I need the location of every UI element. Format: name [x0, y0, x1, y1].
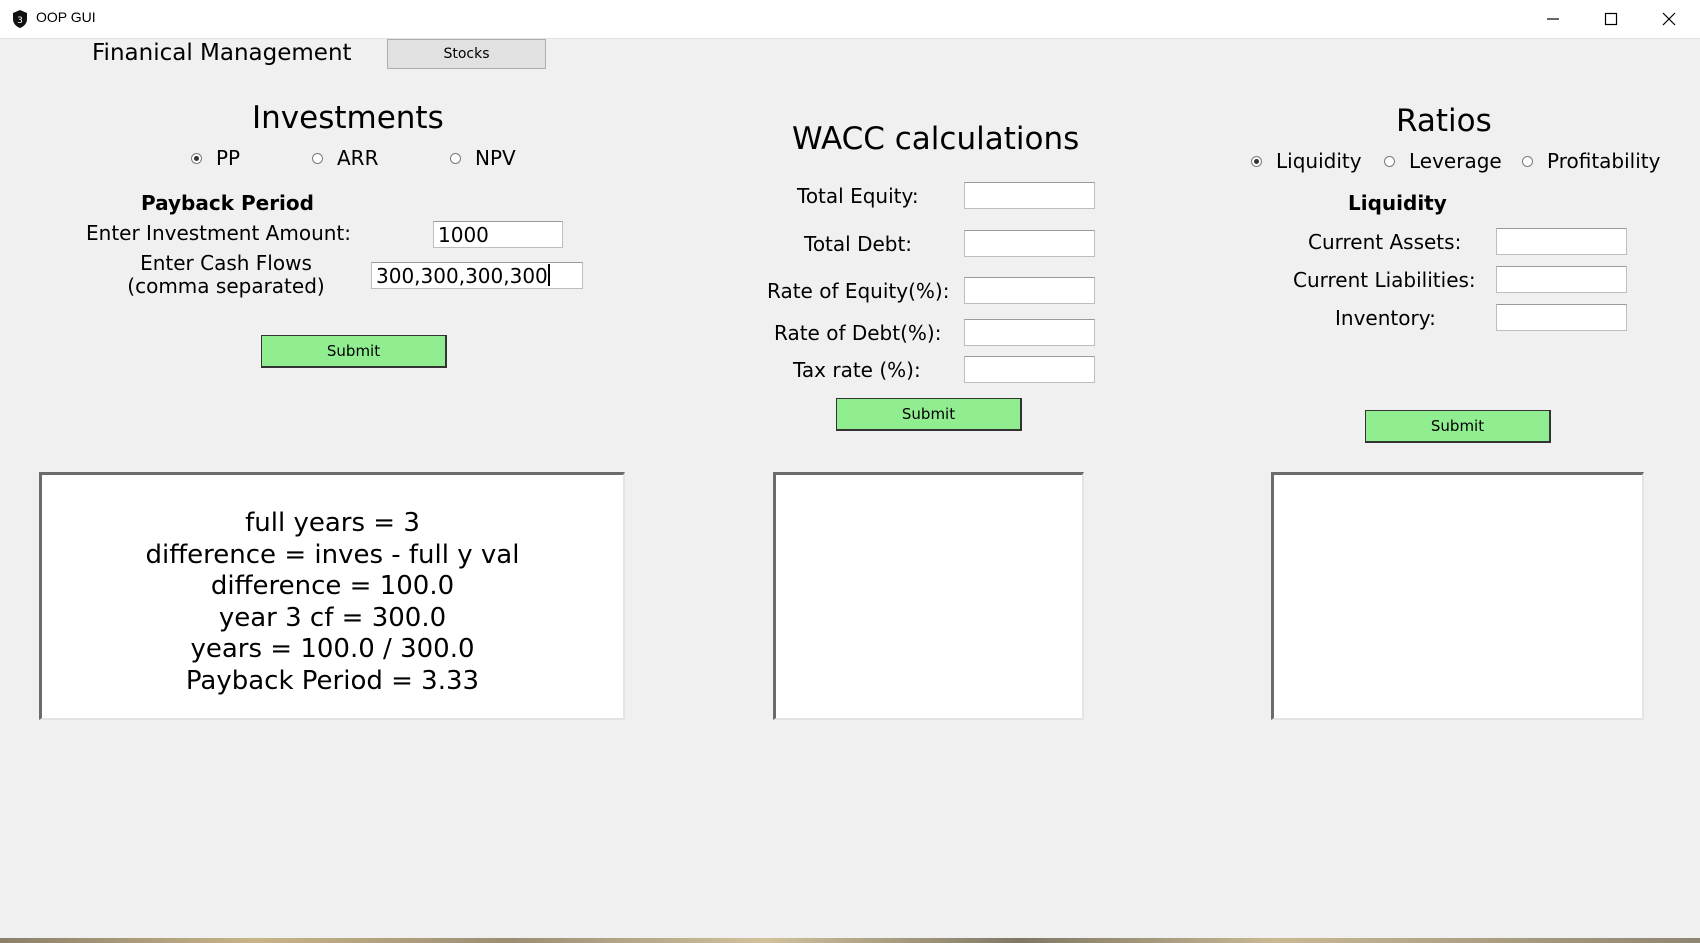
radio-label: PP [216, 146, 241, 170]
tax-rate-input[interactable] [964, 356, 1095, 383]
wacc-output-text [776, 475, 1082, 508]
investments-output-text: full years = 3 difference = inves - full… [145, 508, 520, 696]
radio-indicator [1251, 155, 1262, 167]
radio-profitability[interactable]: Profitability [1522, 149, 1660, 173]
ratios-submit-button[interactable]: Submit [1365, 410, 1551, 443]
close-icon [1662, 12, 1676, 26]
close-button[interactable] [1640, 0, 1698, 38]
radio-indicator [1384, 155, 1395, 167]
window-titlebar: 3 OOP GUI [0, 0, 1700, 39]
rate-of-debt-input[interactable] [964, 319, 1095, 346]
maximize-icon [1604, 12, 1618, 26]
total-equity-input[interactable] [964, 182, 1095, 209]
radio-label: NPV [475, 146, 516, 170]
rate-of-debt-label: Rate of Debt(%): [774, 321, 942, 345]
shield-icon: 3 [13, 10, 27, 28]
inventory-label: Inventory: [1335, 306, 1436, 330]
investment-amount-label: Enter Investment Amount: [86, 221, 352, 245]
current-assets-input[interactable] [1496, 228, 1627, 255]
maximize-button[interactable] [1582, 0, 1640, 38]
rate-of-equity-input[interactable] [964, 277, 1095, 304]
tax-rate-label: Tax rate (%): [793, 358, 921, 382]
total-debt-label: Total Debt: [804, 232, 913, 256]
wacc-output-box [773, 472, 1084, 720]
text-caret [547, 264, 550, 286]
investments-submit-button[interactable]: Submit [261, 335, 447, 368]
inventory-input[interactable] [1496, 304, 1627, 331]
radio-arr[interactable]: ARR [312, 146, 378, 170]
radio-label: ARR [337, 146, 379, 170]
radio-liquidity[interactable]: Liquidity [1251, 149, 1362, 173]
radio-leverage[interactable]: Leverage [1384, 149, 1502, 173]
cash-flows-label-line1: Enter Cash Flows [140, 251, 312, 275]
radio-indicator [191, 152, 202, 164]
minimize-icon [1547, 18, 1559, 20]
investment-amount-input[interactable]: 1000 [433, 221, 563, 248]
ratios-output-text [1274, 475, 1642, 508]
investments-title: Investments [252, 100, 444, 136]
radio-label: Liquidity [1276, 149, 1362, 173]
app-heading: Finanical Management [92, 40, 352, 66]
cash-flows-value: 300,300,300,300 [376, 264, 548, 288]
wacc-title: WACC calculations [792, 121, 1080, 157]
cash-flows-label: Enter Cash Flows (comma separated) [118, 252, 334, 298]
window-title: OOP GUI [36, 9, 96, 25]
cash-flows-label-line2: (comma separated) [127, 274, 325, 298]
total-debt-input[interactable] [964, 230, 1095, 257]
total-equity-label: Total Equity: [797, 184, 919, 208]
payback-period-heading: Payback Period [141, 191, 314, 215]
current-liabilities-label: Current Liabilities: [1293, 268, 1476, 292]
cash-flows-input[interactable]: 300,300,300,300 [371, 262, 583, 289]
desktop-background-strip [0, 938, 1700, 943]
ratios-output-box [1271, 472, 1644, 720]
radio-label: Leverage [1409, 149, 1502, 173]
current-liabilities-input[interactable] [1496, 266, 1627, 293]
svg-text:3: 3 [17, 16, 23, 26]
liquidity-heading: Liquidity [1348, 191, 1447, 215]
radio-pp[interactable]: PP [191, 146, 240, 170]
ratios-title: Ratios [1396, 103, 1492, 139]
radio-label: Profitability [1547, 149, 1661, 173]
radio-indicator [1522, 155, 1533, 167]
stocks-button[interactable]: Stocks [387, 39, 546, 69]
wacc-submit-button[interactable]: Submit [836, 398, 1022, 431]
minimize-button[interactable] [1524, 0, 1582, 38]
rate-of-equity-label: Rate of Equity(%): [767, 279, 950, 303]
radio-indicator [312, 152, 323, 164]
radio-npv[interactable]: NPV [450, 146, 516, 170]
radio-indicator [450, 152, 461, 164]
investments-output-box: full years = 3 difference = inves - full… [39, 472, 625, 720]
current-assets-label: Current Assets: [1308, 230, 1462, 254]
